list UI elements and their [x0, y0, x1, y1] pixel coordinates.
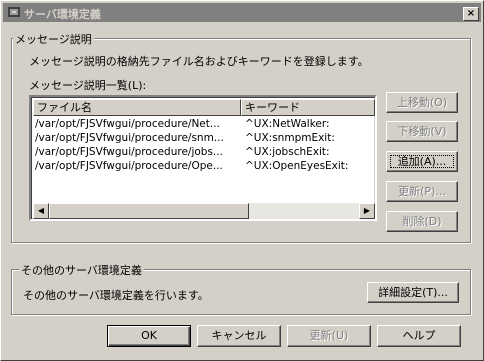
message-list[interactable]: ファイル名 キーワード /var/opt/FJSVfwgui/procedure…: [29, 95, 377, 221]
app-icon: [8, 7, 20, 17]
other-description: その他のサーバ環境定義を行います。: [23, 289, 209, 302]
message-list-label: メッセージ説明一覧(L):: [29, 79, 147, 92]
list-item[interactable]: /var/opt/FJSVfwgui/procedure/Net... ^UX:…: [33, 117, 373, 131]
dialog-window: サーバ環境定義 × メッセージ説明 メッセージ説明の格納先ファイル名およびキーワ…: [0, 0, 484, 361]
close-button[interactable]: ×: [463, 7, 479, 21]
message-description: メッセージ説明の格納先ファイル名およびキーワードを登録します。: [29, 55, 369, 68]
ok-button[interactable]: OK: [107, 325, 191, 347]
scroll-thumb[interactable]: [49, 203, 249, 219]
list-item-keyword: ^UX:jobschExit:: [245, 146, 330, 158]
scroll-right-icon[interactable]: ▶: [359, 203, 375, 219]
message-group-label: メッセージ説明: [13, 31, 94, 47]
delete-button[interactable]: 削除(D): [386, 211, 458, 232]
column-header-filename[interactable]: ファイル名: [33, 99, 241, 116]
list-item-file: /var/opt/FJSVfwgui/procedure/snm...: [35, 132, 224, 144]
other-group-label: その他のサーバ環境定義: [19, 262, 144, 278]
list-item-keyword: ^UX:NetWalker:: [245, 118, 330, 130]
list-item[interactable]: /var/opt/FJSVfwgui/procedure/jobs... ^UX…: [33, 145, 373, 159]
window-title: サーバ環境定義: [24, 8, 101, 21]
list-item-file: /var/opt/FJSVfwgui/procedure/Ope...: [35, 160, 223, 172]
update-button[interactable]: 更新(U): [287, 325, 371, 347]
list-item-keyword: ^UX:snmpmExit:: [245, 132, 335, 144]
list-item[interactable]: /var/opt/FJSVfwgui/procedure/Ope... ^UX:…: [33, 159, 373, 173]
column-header-keyword[interactable]: キーワード: [241, 99, 375, 116]
cancel-button[interactable]: キャンセル: [197, 325, 281, 347]
horizontal-scrollbar[interactable]: ◀ ▶: [33, 203, 375, 219]
title-bar: サーバ環境定義 ×: [3, 3, 481, 22]
add-button[interactable]: 追加(A)...: [386, 151, 458, 172]
move-down-button[interactable]: 下移動(V): [386, 121, 458, 142]
list-item[interactable]: /var/opt/FJSVfwgui/procedure/snm... ^UX:…: [33, 131, 373, 145]
detail-settings-button[interactable]: 詳細設定(T)...: [367, 282, 459, 303]
list-item-file: /var/opt/FJSVfwgui/procedure/jobs...: [35, 146, 223, 158]
scroll-left-icon[interactable]: ◀: [33, 203, 49, 219]
list-item-keyword: ^UX:OpenEyesExit:: [245, 160, 349, 172]
edit-button[interactable]: 更新(P)...: [386, 181, 458, 202]
move-up-button[interactable]: 上移動(O): [386, 92, 458, 113]
list-item-file: /var/opt/FJSVfwgui/procedure/Net...: [35, 118, 220, 130]
help-button[interactable]: ヘルプ: [377, 325, 461, 347]
